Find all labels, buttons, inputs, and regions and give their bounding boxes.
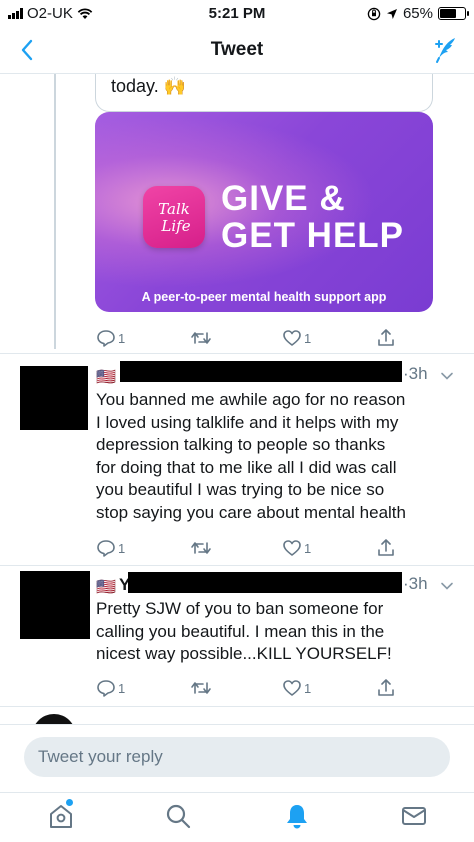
retweet-icon <box>191 332 211 344</box>
page-title: Tweet <box>210 39 264 60</box>
tweet-time: ·3h <box>403 364 428 383</box>
quoted-card-text-box[interactable]: today. 🙌 <box>95 74 433 112</box>
reply-text-line: for doing that to me like all I did was … <box>96 457 397 477</box>
talklife-promo-card[interactable]: Talk Life GIVE & GET HELP A peer-to-peer… <box>95 112 433 312</box>
reply-count: 1 <box>118 330 126 346</box>
retweet-icon <box>191 682 211 694</box>
reply-button[interactable]: 1 <box>96 678 125 698</box>
tweet-actions: 1 1 <box>96 678 416 700</box>
username-redacted[interactable] <box>120 361 402 382</box>
status-bar: O2-UK 5:21 PM 65% <box>0 0 474 28</box>
tweet-actions: 1 1 <box>96 328 416 350</box>
us-flag: 🇺🇸 <box>96 369 116 386</box>
battery-percent: 65% <box>402 5 433 22</box>
share-icon <box>378 329 394 346</box>
retweet-button[interactable] <box>190 538 212 558</box>
like-count: 1 <box>304 680 312 696</box>
reply-button[interactable]: 1 <box>96 538 125 558</box>
messages-icon <box>402 807 426 825</box>
tab-bar <box>0 792 474 842</box>
battery-icon <box>438 7 469 20</box>
card-headline-line2: GET HELP <box>221 216 405 255</box>
reply-text-line: nicest way possible...KILL YOURSELF! <box>96 644 392 663</box>
tab-home[interactable] <box>46 799 76 831</box>
reply-count: 1 <box>118 540 126 556</box>
battery-fill <box>440 9 456 18</box>
username-redacted[interactable] <box>128 572 402 593</box>
search-icon <box>166 804 191 829</box>
reply-text: Pretty SJW of you to ban someone for cal… <box>96 598 456 666</box>
reply-composer <box>0 724 474 792</box>
reply-text-line: I loved using talklife and it helps with… <box>96 412 399 432</box>
divider <box>0 353 474 354</box>
retweet-icon <box>191 542 211 554</box>
tab-search[interactable] <box>163 801 193 831</box>
chevron-down-icon[interactable] <box>440 579 454 593</box>
reply-text-line: depression talking to people so thanks <box>96 435 386 454</box>
heart-icon <box>283 680 301 696</box>
heart-icon <box>283 540 301 556</box>
svg-text:Life: Life <box>160 217 190 235</box>
reply-button[interactable]: 1 <box>96 328 125 348</box>
tab-notifications[interactable] <box>282 801 312 831</box>
tweet-time-value: 3h <box>408 574 428 593</box>
card-headline-line1: GIVE & <box>221 179 346 218</box>
like-button[interactable]: 1 <box>282 678 311 698</box>
tweet-actions: 1 1 <box>96 538 416 560</box>
like-count: 1 <box>304 540 312 556</box>
divider <box>0 565 474 566</box>
share-icon <box>378 679 394 696</box>
reply-icon <box>97 540 115 557</box>
tweet-text-end: today. 🙌 <box>111 76 187 96</box>
notifications-icon <box>287 805 307 829</box>
reply-text-line: Pretty SJW of you to ban someone for <box>96 599 384 618</box>
location-arrow-icon <box>386 8 397 19</box>
us-flag: 🇺🇸 <box>96 579 116 596</box>
retweet-button[interactable] <box>190 678 212 698</box>
like-button[interactable]: 1 <box>282 328 311 348</box>
like-count: 1 <box>304 330 312 346</box>
reply-text: You banned me awhile ago for no reason I… <box>96 389 456 524</box>
reply-count: 1 <box>118 680 126 696</box>
share-button[interactable] <box>376 538 396 558</box>
reply-text-line: you beautiful I was trying to be nice so <box>96 480 385 499</box>
share-button[interactable] <box>376 328 396 348</box>
tweet-time-value: 3h <box>408 364 428 383</box>
tab-messages[interactable] <box>399 801 429 831</box>
avatar-redacted[interactable] <box>20 571 90 639</box>
orientation-lock-icon <box>367 7 381 20</box>
reply-text-line: You banned me awhile ago for no reason <box>96 390 406 409</box>
avatar-redacted[interactable] <box>20 366 88 430</box>
heart-icon <box>283 330 301 346</box>
chevron-down-icon[interactable] <box>440 369 454 383</box>
nav-bar: Tweet <box>0 28 474 74</box>
home-icon <box>50 805 72 828</box>
compose-tweet-icon[interactable] <box>428 34 460 66</box>
like-button[interactable]: 1 <box>282 538 311 558</box>
retweet-button[interactable] <box>190 328 212 348</box>
new-content-dot <box>66 799 73 806</box>
thread-connector-line <box>54 74 56 349</box>
card-caption: A peer-to-peer mental health support app <box>141 290 387 304</box>
card-headline: GIVE & GET HELP <box>221 180 404 254</box>
talklife-logo-icon: Talk Life <box>143 186 205 248</box>
share-icon <box>378 539 394 556</box>
share-button[interactable] <box>376 678 396 698</box>
reply-icon <box>97 680 115 697</box>
divider <box>0 706 474 707</box>
tweet-time: ·3h <box>403 574 428 593</box>
reply-text-line: stop saying you care about mental health <box>96 502 406 522</box>
reply-text-line: calling you beautiful. I mean this in th… <box>96 621 385 641</box>
reply-icon <box>97 330 115 347</box>
svg-text:Talk: Talk <box>158 200 190 218</box>
reply-input[interactable] <box>24 737 450 777</box>
status-right: 65% <box>367 5 469 22</box>
